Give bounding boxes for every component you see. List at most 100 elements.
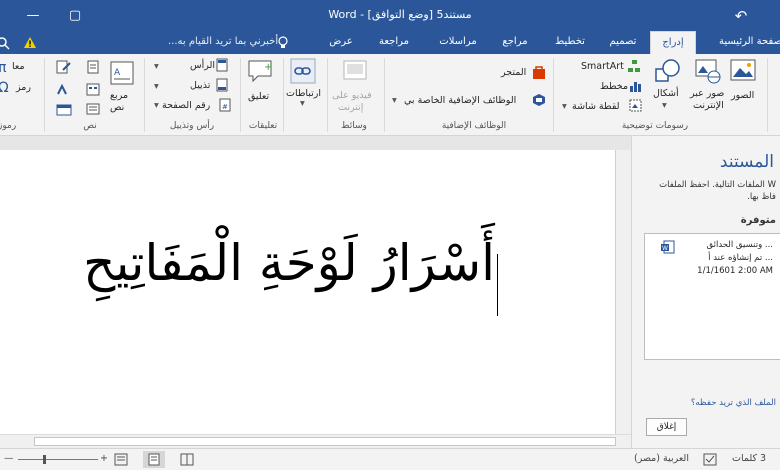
lightbulb-icon [278, 36, 288, 48]
zoom-slider-thumb[interactable] [43, 455, 46, 464]
dropdown-arrow[interactable]: ▾ [300, 98, 305, 109]
recovered-file-time: 1/1/1601 2:00 AM [697, 266, 773, 276]
dropdown-arrow[interactable]: ▾ [562, 101, 567, 112]
recovered-file-desc: ... تم إنشاؤه عند أ [708, 253, 773, 263]
object-icon[interactable] [86, 102, 100, 116]
horizontal-scrollbar-thumb[interactable] [34, 437, 616, 446]
screenshot-icon [629, 99, 642, 112]
svg-text:#: # [222, 103, 228, 111]
symbol-icon[interactable]: Ω [0, 80, 9, 96]
text-cursor [497, 254, 498, 316]
recovered-file-item[interactable]: W ... وتنسيق الحدائق ... تم إنشاؤه عند أ… [645, 234, 780, 282]
page-number-button[interactable]: رقم الصفحة [162, 100, 210, 111]
horizontal-scrollbar[interactable] [0, 434, 631, 448]
textbox-icon[interactable]: A [109, 60, 135, 86]
signature-line-icon[interactable] [86, 60, 100, 74]
comment-icon[interactable]: + [246, 58, 276, 84]
search-icon[interactable] [0, 36, 10, 50]
dropdown-arrow[interactable]: ▾ [154, 100, 159, 111]
document-area: أَسْرَارُ لَوْحَةِ الْمَفَاتِيحِ [0, 136, 631, 434]
online-pictures-icon[interactable] [694, 57, 722, 85]
date-time-icon[interactable] [86, 82, 100, 96]
pictures-icon[interactable] [729, 57, 757, 85]
group-comments-label: تعليقات [248, 121, 278, 131]
document-page[interactable]: أَسْرَارُ لَوْحَةِ الْمَفَاتِيحِ [0, 150, 616, 434]
which-file-link[interactable]: الملف الذي تريد حفظه؟ [691, 398, 776, 408]
word-count[interactable]: 3 كلمات [732, 453, 766, 464]
online-video-label-1: فيديو على [332, 90, 372, 101]
title-bar: — ▢ مستند5 [وضع التوافق] - Word ↶ [0, 0, 780, 31]
tab-review[interactable]: مراجعة [372, 31, 416, 54]
svg-text:W: W [662, 245, 668, 252]
drop-cap-icon[interactable] [56, 104, 72, 116]
pictures-button[interactable]: الصور [731, 90, 754, 101]
svg-text:A: A [114, 68, 121, 78]
tab-view[interactable]: عرض [324, 31, 358, 54]
group-separator [283, 58, 284, 132]
group-separator [327, 58, 328, 132]
document-text[interactable]: أَسْرَارُ لَوْحَةِ الْمَفَاتِيحِ [83, 234, 495, 292]
dropdown-arrow[interactable]: ▾ [662, 100, 667, 111]
textbox-label-2[interactable]: نص [110, 102, 124, 113]
header-button[interactable]: الرأس [190, 60, 215, 71]
pane-title: المستند [719, 152, 774, 172]
web-layout-icon[interactable] [114, 453, 128, 466]
tab-mailings[interactable]: مراسلات [430, 31, 486, 54]
links-icon[interactable] [290, 58, 316, 84]
tab-references[interactable]: مراجع [495, 31, 535, 54]
restore-button[interactable]: ▢ [60, 0, 90, 31]
tab-layout[interactable]: تخطيط [548, 31, 592, 54]
textbox-label-1[interactable]: مربع [110, 90, 128, 101]
svg-text:+: + [264, 62, 272, 73]
tab-insert[interactable]: إدراج [650, 31, 696, 54]
zoom-in-button[interactable]: + [100, 453, 108, 464]
dropdown-arrow[interactable]: ▾ [154, 81, 159, 92]
group-header-footer-label: رأس وتذييل [169, 121, 215, 131]
group-illustrations-label: رسومات توضيحية [621, 121, 689, 131]
group-separator [767, 58, 768, 132]
symbol-label[interactable]: رمز [16, 82, 31, 93]
online-pictures-label-2[interactable]: الإنترنت [693, 100, 724, 111]
undo-button[interactable]: ↶ [726, 0, 756, 31]
document-recovery-pane: المستند W الملفات التالية. احفظ الملفات … [631, 136, 780, 448]
language-indicator[interactable]: العربية (مصر) [634, 453, 689, 464]
group-separator [44, 58, 45, 132]
group-separator [553, 58, 554, 132]
wordart-icon[interactable] [56, 84, 72, 96]
footer-icon [216, 78, 228, 92]
zoom-slider[interactable] [18, 459, 98, 460]
group-symbols-label: رموز [0, 121, 17, 131]
store-button[interactable]: المتجر [501, 67, 526, 78]
zoom-out-button[interactable]: — [4, 453, 14, 464]
chart-button[interactable]: مخطط [600, 81, 628, 92]
tab-home[interactable]: الصفحة الرئيسية [702, 31, 780, 54]
equation-label[interactable]: معا [12, 61, 25, 72]
footer-button[interactable]: تذييل [190, 80, 210, 91]
smartart-button[interactable]: SmartArt [581, 61, 624, 72]
vertical-scrollbar[interactable] [616, 150, 631, 434]
restore-icon: ▢ [68, 8, 82, 23]
group-separator [240, 58, 241, 132]
group-media-label: وسائط [341, 121, 367, 131]
dropdown-arrow[interactable]: ▾ [392, 95, 397, 106]
shapes-icon[interactable] [654, 57, 682, 85]
tab-design[interactable]: تصميم [604, 31, 642, 54]
equation-icon[interactable]: π [0, 60, 6, 76]
ribbon-tabs: أخبرني بما تريد القيام به... عرض مراجعة … [0, 31, 780, 54]
my-addins-button[interactable]: الوظائف الإضافية الخاصة بي [404, 95, 516, 106]
recovered-files-list: W ... وتنسيق الحدائق ... تم إنشاؤه عند أ… [644, 233, 780, 360]
shapes-button[interactable]: أشكال [653, 88, 679, 99]
comment-button[interactable]: تعليق [248, 91, 269, 102]
minimize-icon: — [26, 8, 40, 23]
online-pictures-label-1[interactable]: صور عبر [690, 88, 724, 99]
minimize-button[interactable]: — [18, 0, 48, 31]
read-mode-icon[interactable] [180, 453, 194, 466]
screenshot-button[interactable]: لقطة شاشة [572, 101, 620, 112]
print-layout-icon[interactable] [143, 451, 165, 468]
close-button[interactable]: إغلاق [646, 418, 687, 436]
quick-parts-icon[interactable] [56, 60, 72, 74]
dropdown-arrow[interactable]: ▾ [154, 61, 159, 72]
tell-me-search[interactable]: أخبرني بما تريد القيام به... [168, 31, 278, 54]
proofing-icon[interactable] [703, 453, 717, 466]
group-separator [384, 58, 385, 132]
